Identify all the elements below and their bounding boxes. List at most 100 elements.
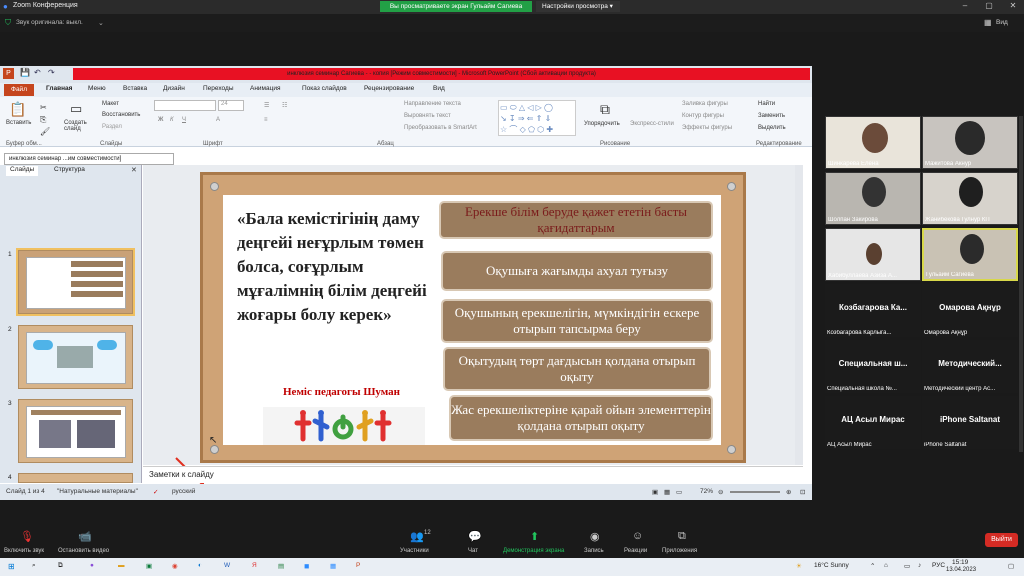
italic-icon[interactable]: К	[170, 117, 174, 123]
chat-button[interactable]: Чат	[468, 548, 478, 554]
participant-video-active[interactable]: Гульайм Сагиева	[922, 228, 1018, 281]
volume-icon[interactable]: ♪	[918, 562, 921, 569]
tab-file[interactable]: Файл	[4, 84, 34, 96]
quote-author[interactable]: Неміс педагогы Шуман	[283, 386, 400, 398]
view-reading-icon[interactable]: ▭	[676, 488, 682, 496]
quick-styles-button[interactable]: Экспресс-стили	[630, 121, 674, 127]
replace-button[interactable]: Заменить	[758, 113, 785, 119]
principle-box[interactable]: Жас ерекшеліктеріне қарай ойын элементте…	[449, 395, 713, 441]
zoom-taskbar-icon[interactable]: ◼	[304, 562, 309, 570]
paste-button[interactable]: Вставить	[6, 120, 31, 126]
notifications-icon[interactable]: ▢	[1008, 562, 1014, 570]
cut-icon[interactable]: ✂	[40, 103, 47, 112]
participants-button[interactable]: Участники	[400, 548, 429, 554]
leave-button[interactable]: Выйти	[985, 533, 1018, 547]
app-icon[interactable]: ▦	[330, 562, 336, 570]
save-icon[interactable]: 💾	[20, 68, 30, 77]
chat-icon[interactable]: 💬	[468, 530, 482, 543]
close-icon[interactable]: ✕	[1006, 1, 1020, 12]
unmute-button[interactable]: Включить звук	[4, 548, 44, 554]
reactions-button[interactable]: Реакции	[624, 548, 647, 554]
mic-muted-icon[interactable]: 🎙	[20, 530, 34, 543]
powerpoint-taskbar-icon[interactable]: P	[356, 562, 360, 569]
layout-button[interactable]: Макет	[102, 101, 119, 107]
tray-chevron-icon[interactable]: ⌃	[870, 562, 875, 570]
zoom-in-icon[interactable]: ⊕	[786, 488, 791, 496]
slide-canvas[interactable]: «Бала кемістігінің даму деңгейі неғұрлым…	[200, 172, 746, 463]
shape-fill-button[interactable]: Заливка фигуры	[682, 101, 728, 107]
file-explorer-icon[interactable]: ▬	[118, 562, 125, 569]
select-button[interactable]: Выделить	[758, 125, 786, 131]
section-button[interactable]: Раздел	[102, 124, 122, 130]
share-screen-button[interactable]: Демонстрация экрана	[503, 548, 564, 554]
format-painter-icon[interactable]: 🖌	[40, 127, 50, 136]
principles-heading-box[interactable]: Ерекше білім беруде қажет ететін басты қ…	[439, 201, 713, 239]
tab-slides[interactable]: Слайды	[6, 166, 39, 176]
zoom-out-icon[interactable]: ⊖	[718, 488, 723, 496]
reactions-icon[interactable]: ☺	[632, 530, 643, 542]
principle-box[interactable]: Оқушының ерекшелігін, мүмкіндігін ескере…	[441, 299, 713, 343]
weather-text[interactable]: 16°C Sunny	[814, 562, 849, 569]
record-button[interactable]: Запись	[584, 548, 604, 554]
align-icon[interactable]: ≡	[264, 117, 268, 123]
tab-transitions[interactable]: Переходы	[203, 85, 234, 92]
slide-thumbnail-3[interactable]	[18, 399, 133, 463]
align-text-button[interactable]: Выровнять текст	[404, 113, 451, 119]
apps-button[interactable]: Приложения	[662, 548, 697, 554]
keyboard-language[interactable]: РУС	[932, 562, 945, 569]
participant-tile[interactable]: АЦ Асыл Мирас АЦ Асыл Мирас	[825, 396, 921, 449]
font-size-input[interactable]: 24	[218, 100, 244, 111]
create-slide-button[interactable]: Создать слайд	[64, 120, 90, 132]
participant-video[interactable]: Жанибекова Гулнур КП	[922, 172, 1018, 225]
text-direction-button[interactable]: Направление текста	[404, 101, 461, 107]
vertical-scrollbar[interactable]	[795, 165, 803, 465]
view-settings-button[interactable]: Настройки просмотра ▾	[536, 1, 620, 12]
tab-insert[interactable]: Вставка	[123, 85, 147, 92]
view-button[interactable]: Вид	[996, 19, 1008, 26]
notes-input[interactable]: Заметки к слайду	[143, 466, 803, 483]
redo-icon[interactable]: ↷	[48, 68, 55, 77]
tab-view[interactable]: Вид	[433, 85, 445, 92]
task-view-icon[interactable]: ⧉	[58, 562, 63, 570]
participant-tile[interactable]: iPhone Saltanat iPhone Saltanat	[922, 396, 1018, 449]
apps-icon[interactable]: ⧉	[678, 530, 686, 543]
windows-start-icon[interactable]: ⊞	[8, 562, 15, 571]
video-camera-icon[interactable]: 📹	[78, 530, 92, 543]
principle-box[interactable]: Оқушыға жағымды ахуал туғызу	[441, 251, 713, 291]
shape-outline-button[interactable]: Контур фигуры	[682, 113, 724, 119]
participant-video[interactable]: Шинкарева Елена	[825, 116, 921, 169]
edge-icon[interactable]: ◐	[198, 562, 202, 569]
participant-video[interactable]: Хабибуллаева Азиза А...	[825, 228, 921, 281]
participant-tile[interactable]: Омарова Ақнұр Омарова Ақнұр	[922, 284, 1018, 337]
bold-icon[interactable]: Ж	[158, 117, 163, 123]
participant-tile[interactable]: Методический... Методический центр Ас...	[922, 340, 1018, 393]
slide-thumbnail-1[interactable]	[16, 248, 135, 316]
clock-date[interactable]: 13.04.2023	[946, 567, 976, 573]
numbering-icon[interactable]: ☷	[282, 102, 287, 109]
quote-text[interactable]: «Бала кемістігінің даму деңгейі неғұрлым…	[237, 207, 437, 327]
app-icon[interactable]: ▣	[146, 562, 152, 570]
tab-design[interactable]: Дизайн	[163, 85, 185, 92]
view-sorter-icon[interactable]: ▦	[664, 488, 670, 496]
smartart-button[interactable]: Преобразовать в SmartArt	[404, 125, 477, 131]
bullets-icon[interactable]: ☰	[264, 102, 269, 109]
find-button[interactable]: Найти	[758, 101, 775, 107]
word-icon[interactable]: W	[224, 562, 230, 569]
tab-review[interactable]: Рецензирование	[364, 85, 414, 92]
shapes-gallery[interactable]: ▭ ⬭ △ ◁ ▷ ◯ ↘ ↧ ⇒ ⇐ ⇑ ⇓ ☆ ⌒ ◇ ⬠ ⬡ ✚	[498, 100, 576, 136]
participant-video[interactable]: Шолпан Закирова	[825, 172, 921, 225]
record-icon[interactable]: ◉	[590, 530, 600, 543]
minimize-icon[interactable]: –	[958, 1, 972, 12]
battery-icon[interactable]: ▭	[904, 562, 910, 570]
maximize-icon[interactable]: ▢	[982, 1, 996, 12]
network-icon[interactable]: ⌂	[884, 562, 888, 569]
original-audio-status[interactable]: Звук оригинала: выкл.	[16, 19, 83, 26]
slide-thumbnail-2[interactable]	[18, 325, 133, 389]
tab-menu[interactable]: Меню	[88, 85, 106, 92]
language-indicator[interactable]: русский	[172, 488, 195, 495]
app-icon[interactable]: ▤	[278, 562, 284, 570]
tab-slideshow[interactable]: Показ слайдов	[302, 85, 347, 92]
copy-icon[interactable]: ⎘	[40, 115, 46, 125]
view-normal-icon[interactable]: ▣	[652, 488, 658, 496]
document-tab[interactable]: инклюзия семинар ...им совместимости]	[4, 153, 174, 165]
